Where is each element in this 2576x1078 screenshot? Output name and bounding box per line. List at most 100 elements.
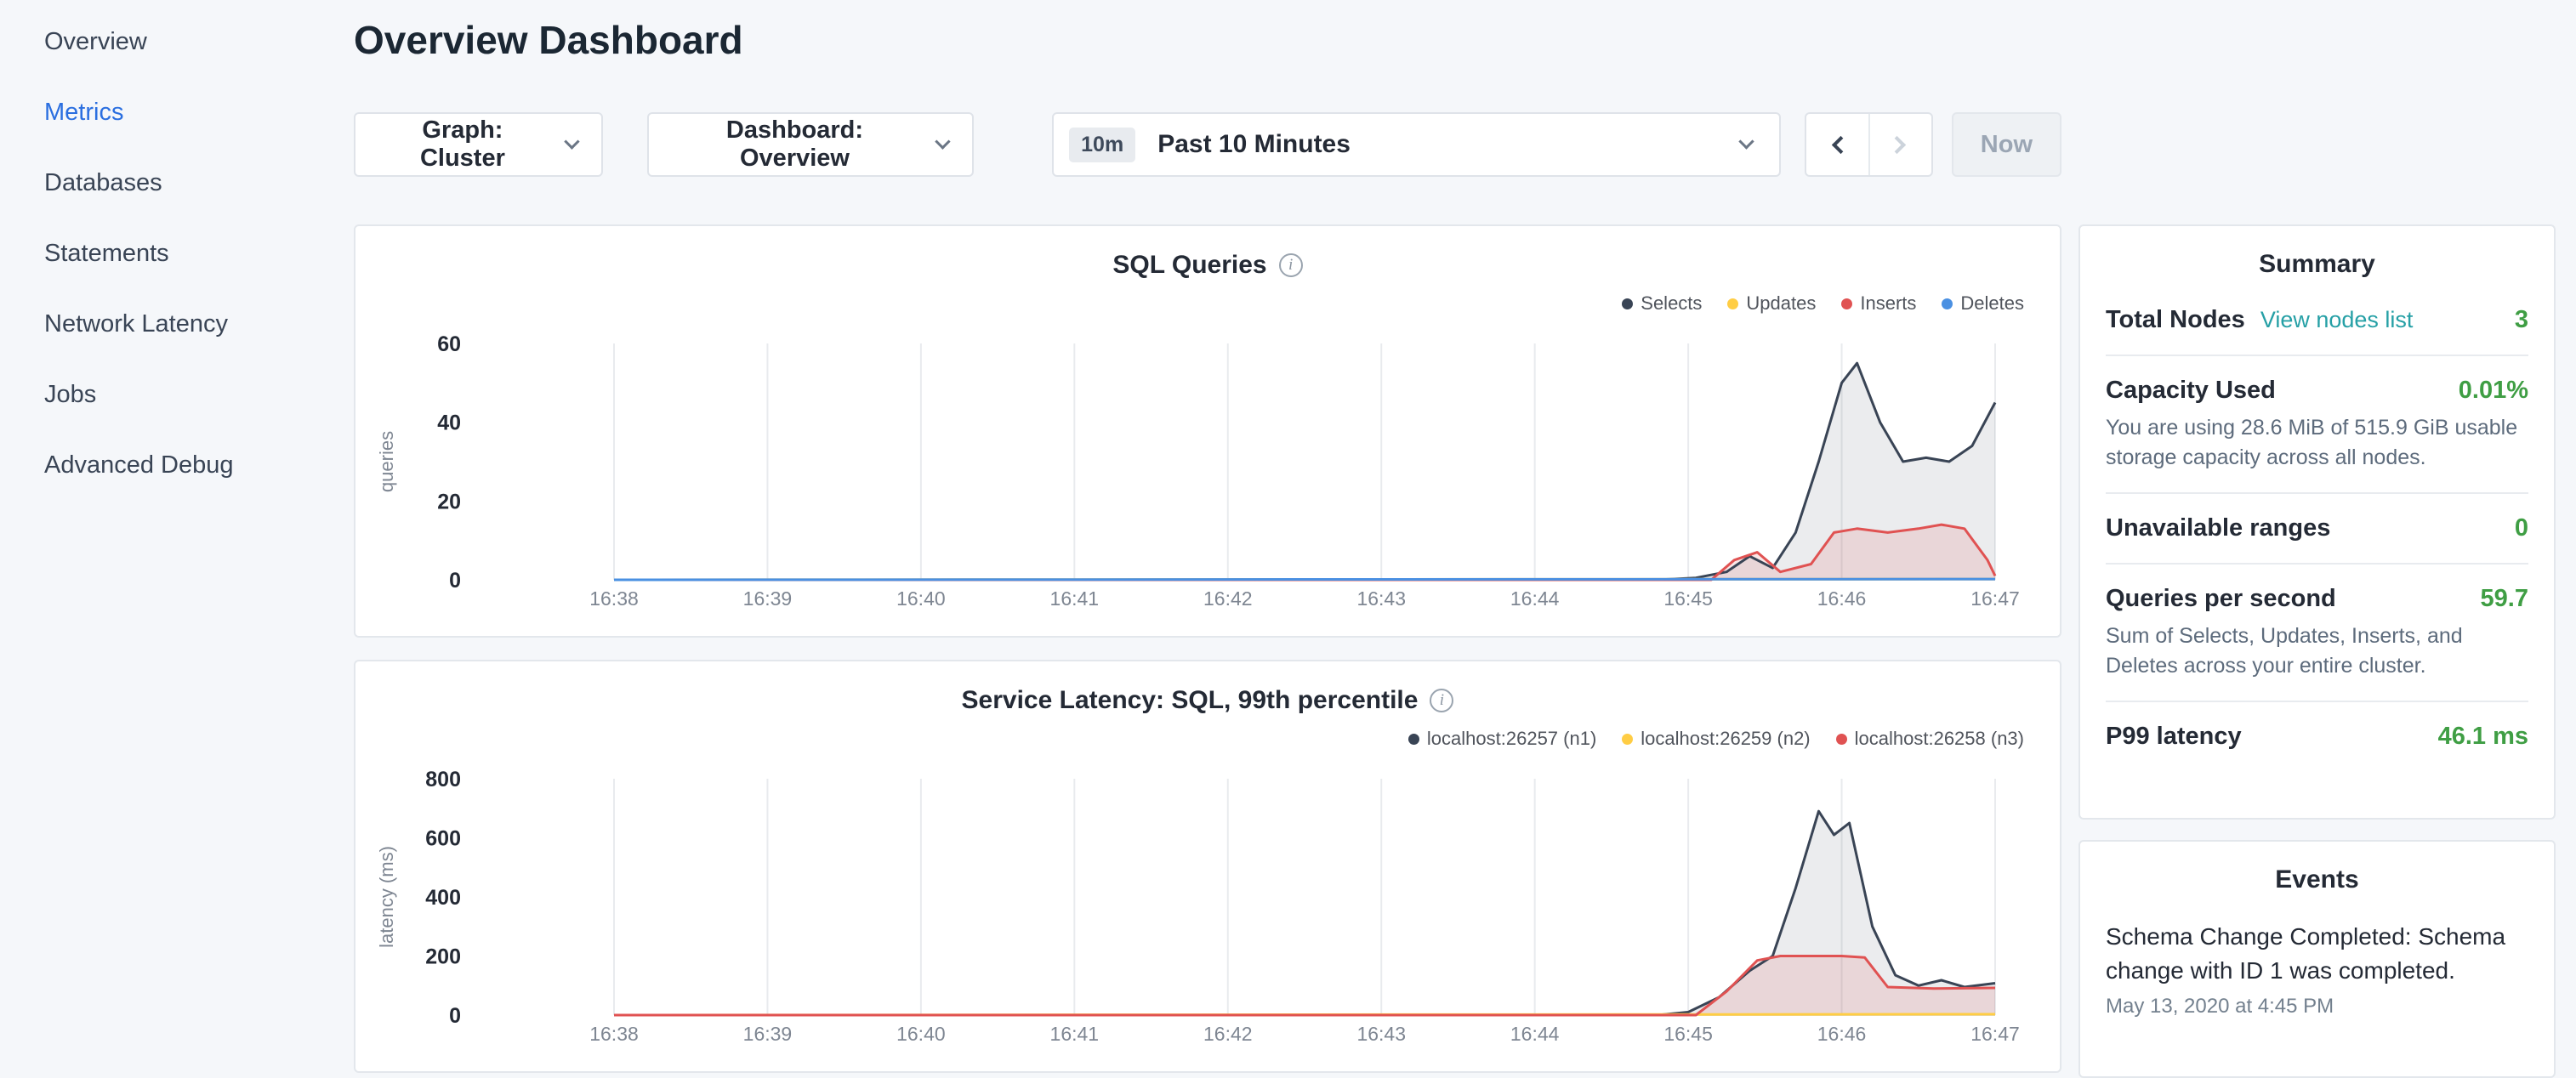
summary-value: 0.01% bbox=[2459, 377, 2528, 405]
legend-label: Inserts bbox=[1860, 292, 1916, 315]
info-icon[interactable]: i bbox=[1279, 253, 1303, 277]
time-back-button[interactable] bbox=[1806, 114, 1869, 175]
toolbar: Graph: Cluster Dashboard: Overview 10m P… bbox=[354, 112, 2061, 177]
summary-label: Total Nodes bbox=[2106, 306, 2245, 334]
summary-title: Summary bbox=[2106, 250, 2528, 279]
sidebar-item-metrics[interactable]: Metrics bbox=[0, 77, 306, 148]
legend-item: Inserts bbox=[1841, 292, 1916, 315]
svg-text:16:47: 16:47 bbox=[1970, 1023, 2020, 1045]
svg-text:16:45: 16:45 bbox=[1663, 1023, 1713, 1045]
legend-dot-icon bbox=[1622, 734, 1633, 745]
sidebar-item-statements[interactable]: Statements bbox=[0, 218, 306, 289]
svg-text:16:46: 16:46 bbox=[1817, 587, 1867, 610]
svg-text:16:44: 16:44 bbox=[1510, 587, 1560, 610]
svg-text:16:44: 16:44 bbox=[1510, 1023, 1560, 1045]
time-range-badge: 10m bbox=[1069, 128, 1135, 162]
svg-text:16:42: 16:42 bbox=[1203, 587, 1253, 610]
events-title: Events bbox=[2106, 865, 2528, 894]
svg-text:16:40: 16:40 bbox=[896, 587, 946, 610]
chevron-down-icon bbox=[564, 133, 579, 149]
svg-text:16:45: 16:45 bbox=[1663, 587, 1713, 610]
svg-text:60: 60 bbox=[437, 332, 461, 356]
sidebar-item-overview[interactable]: Overview bbox=[0, 7, 306, 77]
time-forward-button[interactable] bbox=[1868, 114, 1931, 175]
time-range-label: Past 10 Minutes bbox=[1157, 130, 1351, 159]
summary-row: Capacity Used 0.01% You are using 28.6 MiB… bbox=[2106, 356, 2528, 494]
chart-title: Service Latency: SQL, 99th percentile bbox=[962, 686, 1419, 715]
legend-item: localhost:26258 (n3) bbox=[1836, 728, 2024, 750]
legend-item: Deletes bbox=[1942, 292, 2024, 315]
chart-header: SQL Queries i bbox=[355, 248, 2060, 282]
chart-legend: localhost:26257 (n1)localhost:26259 (n2)… bbox=[355, 726, 2060, 752]
legend-label: Deletes bbox=[1960, 292, 2024, 315]
sql-queries-chart: 16:38 16:39 16:40 16:41 16:42 16:43 16:44 16:45… bbox=[355, 321, 2061, 616]
now-button[interactable]: Now bbox=[1952, 112, 2061, 177]
chevron-left-icon bbox=[1832, 135, 1850, 153]
svg-text:16:41: 16:41 bbox=[1050, 587, 1100, 610]
svg-text:16:47: 16:47 bbox=[1970, 587, 2020, 610]
svg-text:16:41: 16:41 bbox=[1050, 1023, 1100, 1045]
time-step-buttons bbox=[1805, 112, 1933, 177]
sidebar-item-jobs[interactable]: Jobs bbox=[0, 360, 306, 430]
svg-text:queries: queries bbox=[376, 431, 397, 492]
legend-dot-icon bbox=[1841, 298, 1852, 309]
summary-label: P99 latency bbox=[2106, 723, 2242, 751]
summary-description: Sum of Selects, Updates, Inserts, and De… bbox=[2106, 621, 2528, 680]
event-timestamp: May 13, 2020 at 4:45 PM bbox=[2106, 995, 2528, 1018]
svg-text:16:42: 16:42 bbox=[1203, 1023, 1253, 1045]
legend-dot-icon bbox=[1727, 298, 1738, 309]
summary-label: Unavailable ranges bbox=[2106, 514, 2330, 542]
chevron-down-icon bbox=[1738, 133, 1754, 149]
sidebar-item-advanced-debug[interactable]: Advanced Debug bbox=[0, 430, 306, 501]
chart-header: Service Latency: SQL, 99th percentile i bbox=[355, 684, 2060, 718]
svg-text:200: 200 bbox=[425, 945, 461, 969]
summary-row: Total Nodes View nodes list 3 bbox=[2106, 286, 2528, 356]
legend-dot-icon bbox=[1622, 298, 1633, 309]
svg-text:16:43: 16:43 bbox=[1356, 587, 1406, 610]
svg-text:16:38: 16:38 bbox=[589, 587, 639, 610]
svg-text:16:39: 16:39 bbox=[743, 587, 793, 610]
chevron-right-icon bbox=[1888, 135, 1906, 153]
svg-text:20: 20 bbox=[437, 490, 461, 513]
legend-dot-icon bbox=[1942, 298, 1953, 309]
legend-label: localhost:26257 (n1) bbox=[1427, 728, 1596, 750]
time-range-picker[interactable]: 10m Past 10 Minutes bbox=[1052, 112, 1780, 177]
svg-text:800: 800 bbox=[425, 768, 461, 791]
events-panel: Events Schema Change Completed: Schema c… bbox=[2078, 840, 2556, 1078]
svg-text:40: 40 bbox=[437, 411, 461, 435]
svg-text:16:39: 16:39 bbox=[743, 1023, 793, 1045]
dashboard-dropdown-label: Dashboard: Overview bbox=[673, 116, 918, 173]
page-title: Overview Dashboard bbox=[354, 17, 2061, 63]
sql-queries-chart-panel: SQL Queries i Selects Updates Inserts Delet… bbox=[354, 224, 2061, 638]
summary-label: Queries per second bbox=[2106, 585, 2336, 613]
summary-value: 3 bbox=[2515, 306, 2528, 334]
sidebar-nav: OverviewMetricsDatabasesStatementsNetwor… bbox=[0, 0, 306, 1051]
view-nodes-link[interactable]: View nodes list bbox=[2260, 307, 2414, 333]
chart-legend: Selects Updates Inserts Deletes bbox=[355, 291, 2060, 316]
sidebar-item-network-latency[interactable]: Network Latency bbox=[0, 289, 306, 360]
summary-rows: Total Nodes View nodes list 3 Capacity Used… bbox=[2106, 286, 2528, 771]
sidebar-item-databases[interactable]: Databases bbox=[0, 148, 306, 218]
summary-row: Queries per second59.7Sum of Selects, Up… bbox=[2106, 565, 2528, 702]
dashboard-dropdown[interactable]: Dashboard: Overview bbox=[647, 112, 975, 177]
legend-label: Updates bbox=[1746, 292, 1816, 315]
service-latency-chart: 16:3816:3916:4016:4116:4216:4316:4416:45… bbox=[355, 757, 2061, 1051]
summary-panel: Summary Total Nodes View nodes list 3 Capac… bbox=[2078, 224, 2556, 820]
info-icon[interactable]: i bbox=[1430, 689, 1453, 712]
main-content: Overview Dashboard Graph: Cluster Dashbo… bbox=[354, 0, 2061, 1073]
legend-dot-icon bbox=[1836, 734, 1847, 745]
summary-label: Capacity Used bbox=[2106, 377, 2276, 405]
summary-description: You are using 28.6 MiB of 515.9 GiB usab… bbox=[2106, 413, 2528, 472]
svg-text:0: 0 bbox=[449, 1004, 461, 1028]
summary-row: Unavailable ranges0 bbox=[2106, 494, 2528, 565]
legend-label: Selects bbox=[1641, 292, 1702, 315]
chart-title: SQL Queries bbox=[1112, 251, 1266, 280]
svg-text:16:46: 16:46 bbox=[1817, 1023, 1867, 1045]
svg-text:0: 0 bbox=[449, 569, 461, 593]
graph-dropdown[interactable]: Graph: Cluster bbox=[354, 112, 603, 177]
events-list: Schema Change Completed: Schema change w… bbox=[2106, 920, 2528, 1018]
service-latency-chart-panel: Service Latency: SQL, 99th percentile i … bbox=[354, 660, 2061, 1073]
svg-text:16:40: 16:40 bbox=[896, 1023, 946, 1045]
svg-text:latency (ms): latency (ms) bbox=[376, 846, 397, 948]
legend-item: Selects bbox=[1622, 292, 1702, 315]
